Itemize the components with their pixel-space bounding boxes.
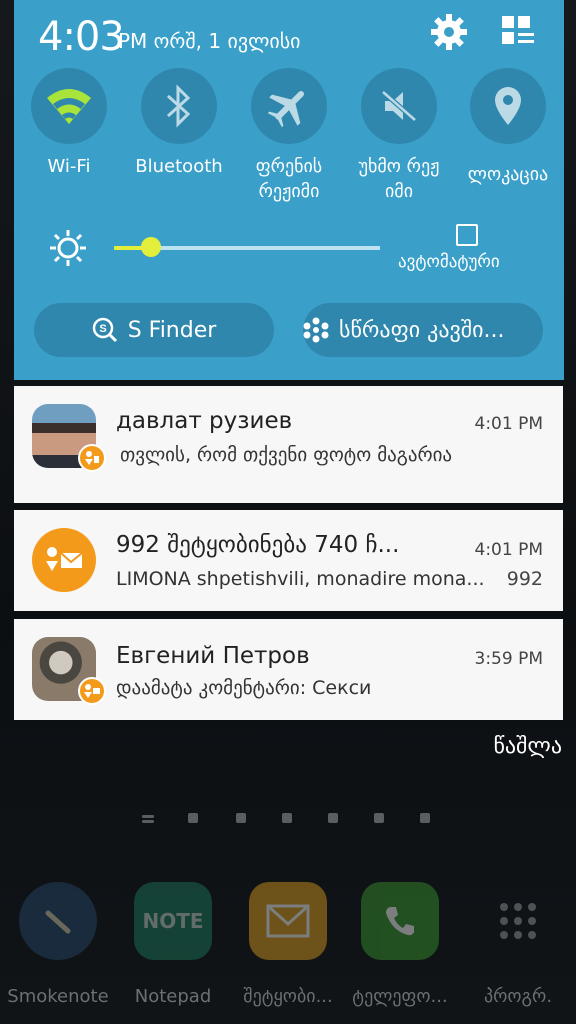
- notification-time: 4:01 PM: [474, 540, 544, 560]
- notification-card[interactable]: 992 შეტყობინება 740 ჩ... 4:01 PM LIMONA …: [14, 510, 563, 611]
- dock-app-phone[interactable]: ტელეფო...: [350, 882, 450, 1007]
- quick-connect-label: სწრაფი კავში...: [339, 317, 505, 343]
- auto-brightness-checkbox[interactable]: [456, 224, 478, 246]
- dock-app-messages[interactable]: შეტყობი...: [238, 882, 338, 1007]
- page-dot: [328, 813, 338, 823]
- brightness-icon: [48, 228, 88, 268]
- notification-title: Евгений Петров: [116, 643, 310, 669]
- notification-text: თვლის, რომ თქვენი ფოტო მაგარია: [120, 444, 453, 466]
- s-finder-icon: S: [92, 317, 118, 343]
- toggle-bluetooth[interactable]: Bluetooth: [135, 68, 223, 180]
- page-indicator: [140, 811, 440, 825]
- gear-icon[interactable]: [429, 12, 469, 52]
- airplane-icon: [267, 90, 305, 128]
- page-dot: [236, 813, 246, 823]
- edit-grid-icon[interactable]: [498, 12, 538, 52]
- mute-toggle-circle: [361, 68, 437, 144]
- dock-app-notepad[interactable]: NOTE Notepad: [123, 882, 223, 1007]
- phone-screen: Smokenote NOTE Notepad შეტყობი... ტელეფო…: [0, 0, 576, 1024]
- pen-icon: [19, 882, 97, 960]
- bluetooth-toggle-circle: [141, 68, 217, 144]
- toggle-wifi[interactable]: Wi-Fi: [29, 68, 109, 180]
- mute-icon: [381, 90, 417, 122]
- page-dot: [142, 815, 154, 818]
- notification-text: დაამატა კომენტარი: Секси: [116, 677, 372, 699]
- note-icon: NOTE: [134, 882, 212, 960]
- note-icon-text: NOTE: [142, 909, 204, 933]
- notification-text: LIMONA shpetishvili, monadire mona...: [116, 568, 485, 590]
- notification-title: давлат рузиев: [116, 408, 293, 434]
- dock-label: პროგრ.: [483, 986, 553, 1007]
- notification-count: 992: [506, 568, 543, 590]
- dock-label: Smokenote: [7, 986, 109, 1007]
- notification-card[interactable]: давлат рузиев 4:01 PM თვლის, რომ თქვენი …: [14, 386, 563, 503]
- ok-message-icon: [32, 528, 96, 592]
- quick-connect-button[interactable]: სწრაფი კავში...: [303, 303, 543, 357]
- auto-brightness-label: ავტომატური: [398, 252, 500, 272]
- dock-app-apps[interactable]: პროგრ.: [468, 882, 568, 1007]
- page-dot: [374, 813, 384, 823]
- toggle-mute[interactable]: უხმო რეჟ იმი: [359, 68, 439, 204]
- dock-label: ტელეფო...: [352, 986, 448, 1007]
- ok-comment-badge-icon: [78, 677, 106, 705]
- wifi-toggle-circle: [31, 68, 107, 144]
- notification-title: 992 შეტყობინება 740 ჩ...: [116, 532, 400, 558]
- ok-like-badge-icon: [78, 444, 106, 472]
- airplane-toggle-circle: [251, 68, 327, 144]
- clock: 4:03: [38, 14, 125, 60]
- quick-settings-panel: 4:03 PM ორშ, 1 ივლისი Wi-Fi Bluetooth ფრ…: [14, 0, 564, 380]
- bluetooth-icon: [166, 84, 191, 128]
- dock-label: Notepad: [134, 986, 212, 1007]
- page-dot: [282, 813, 292, 823]
- dock-app-smokenote[interactable]: Smokenote: [7, 882, 109, 1007]
- notification-time: 3:59 PM: [474, 649, 544, 669]
- phone-icon: [361, 882, 439, 960]
- quick-connect-icon: [303, 317, 329, 343]
- dock-label: შეტყობი...: [243, 986, 333, 1007]
- toggle-location[interactable]: ლოკაცია: [468, 68, 548, 188]
- svg-text:S: S: [99, 323, 106, 335]
- notification-time: 4:01 PM: [474, 414, 544, 434]
- toggle-airplane-mode[interactable]: ფრენის რეჟიმი: [249, 68, 329, 204]
- s-finder-label: S Finder: [127, 317, 217, 343]
- brightness-slider-thumb[interactable]: [141, 237, 162, 257]
- wifi-icon: [47, 89, 91, 124]
- location-icon: [495, 87, 521, 125]
- page-dot: [420, 813, 430, 823]
- qs-label: ლოკაცია: [467, 164, 549, 185]
- apps-grid-icon: [479, 882, 557, 960]
- home-dot-icon: [188, 813, 198, 823]
- date: PM ორშ, 1 ივლისი: [118, 29, 301, 53]
- clear-notifications-button[interactable]: წაშლა: [493, 734, 562, 759]
- s-finder-button[interactable]: S S Finder: [34, 303, 274, 357]
- envelope-icon: [249, 882, 327, 960]
- notification-card[interactable]: Евгений Петров 3:59 PM დაამატა კომენტარი…: [14, 619, 563, 720]
- location-toggle-circle: [470, 68, 546, 144]
- brightness-slider[interactable]: [114, 237, 380, 257]
